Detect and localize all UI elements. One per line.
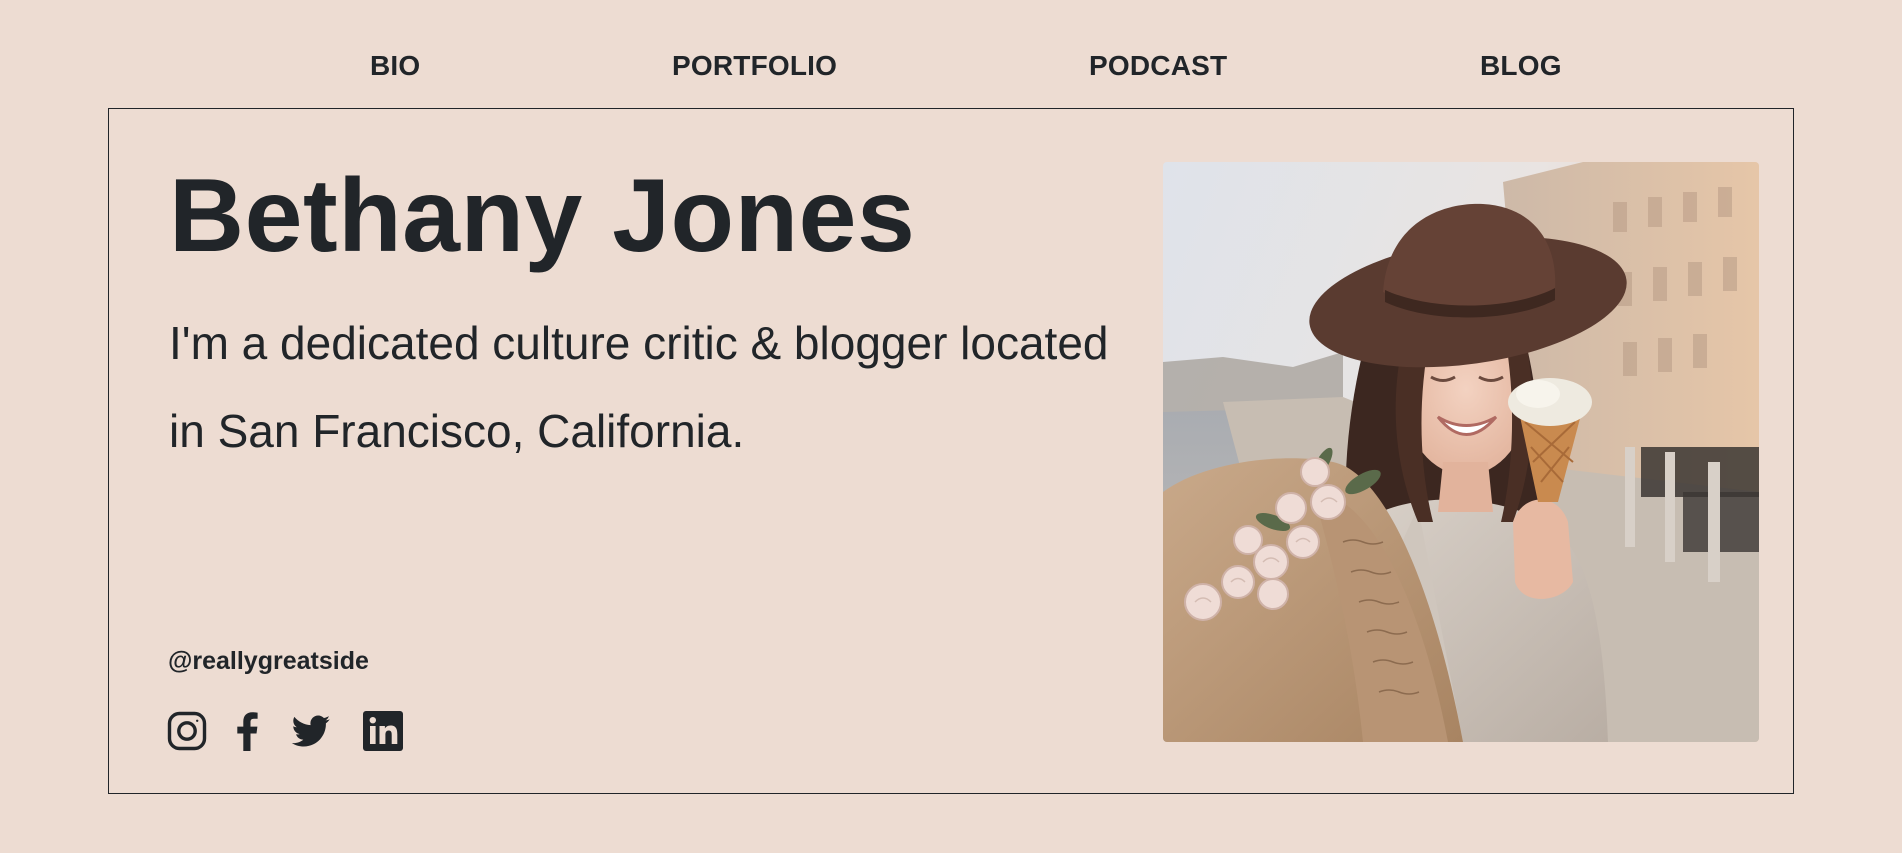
social-handle: @reallygreatside — [168, 647, 369, 675]
tagline: I'm a dedicated culture critic & blogger… — [169, 317, 1109, 457]
nav-link-podcast[interactable]: PODCAST — [1089, 50, 1227, 82]
facebook-icon[interactable] — [235, 711, 259, 751]
profile-photo — [1163, 162, 1759, 742]
top-navigation: BIO PORTFOLIO PODCAST BLOG — [0, 0, 1902, 108]
hero-card: Bethany Jones I'm a dedicated culture cr… — [108, 108, 1794, 794]
nav-link-bio[interactable]: BIO — [370, 50, 420, 82]
nav-link-blog[interactable]: BLOG — [1480, 50, 1562, 82]
twitter-icon[interactable] — [291, 711, 331, 751]
instagram-icon[interactable] — [167, 711, 207, 751]
page-title: Bethany Jones — [169, 158, 916, 274]
linkedin-icon[interactable] — [363, 711, 403, 751]
nav-link-portfolio[interactable]: PORTFOLIO — [672, 50, 837, 82]
